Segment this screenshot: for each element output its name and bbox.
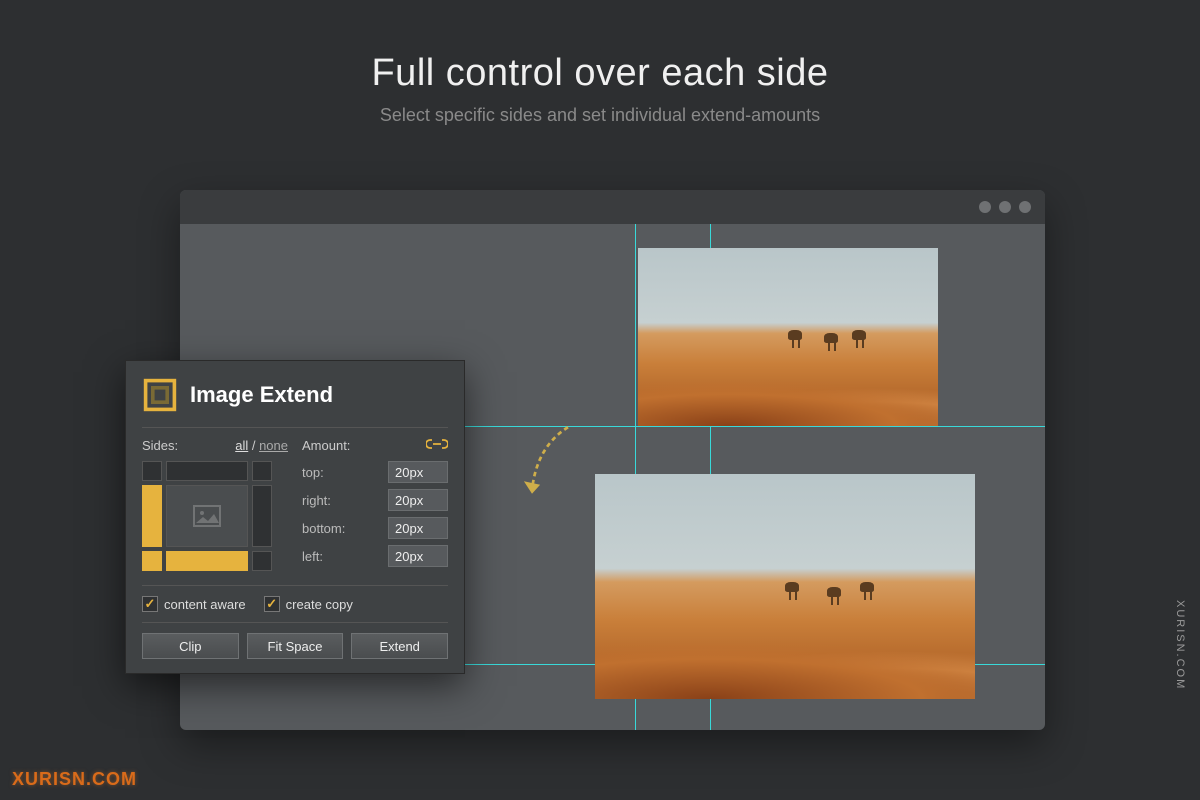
sides-label: Sides: [142,438,178,453]
image-extend-panel: Image Extend Sides: all / none [125,360,465,674]
link-values-icon[interactable] [426,438,448,453]
side-corner-bl[interactable] [142,551,162,571]
amount-top-label: top: [302,465,324,480]
amount-left-label: left: [302,549,323,564]
amount-left-input[interactable] [388,545,448,567]
amount-top-input[interactable] [388,461,448,483]
hero-subtitle: Select specific sides and set individual… [0,105,1200,126]
hero-title: Full control over each side [0,52,1200,95]
image-original[interactable] [638,248,938,426]
side-corner-tr[interactable] [252,461,272,481]
fit-space-button[interactable]: Fit Space [247,633,344,659]
amount-right-input[interactable] [388,489,448,511]
amount-label: Amount: [302,438,350,453]
watermark-bottom: XURISN.COM [12,769,137,790]
content-aware-checkbox[interactable]: ✓ content aware [142,596,246,612]
window-dot[interactable] [979,201,991,213]
checkbox-icon: ✓ [142,596,158,612]
side-bottom[interactable] [166,551,248,571]
side-corner-br[interactable] [252,551,272,571]
side-top[interactable] [166,461,248,481]
panel-title: Image Extend [190,382,333,408]
window-dot[interactable] [999,201,1011,213]
sides-all-link[interactable]: all [235,438,248,453]
side-right[interactable] [252,485,272,547]
amount-bottom-input[interactable] [388,517,448,539]
watermark-side: XURISN.COM [1174,600,1186,690]
image-extended[interactable] [595,474,975,699]
sides-none-link[interactable]: none [259,438,288,453]
amount-bottom-label: bottom: [302,521,345,536]
amount-right-label: right: [302,493,331,508]
sides-selector [142,461,272,571]
side-center-icon [166,485,248,547]
side-left[interactable] [142,485,162,547]
window-dot[interactable] [1019,201,1031,213]
checkbox-icon: ✓ [264,596,280,612]
extend-button[interactable]: Extend [351,633,448,659]
app-titlebar [180,190,1045,224]
side-corner-tl[interactable] [142,461,162,481]
image-extend-logo-icon [142,377,178,413]
clip-button[interactable]: Clip [142,633,239,659]
create-copy-checkbox[interactable]: ✓ create copy [264,596,353,612]
